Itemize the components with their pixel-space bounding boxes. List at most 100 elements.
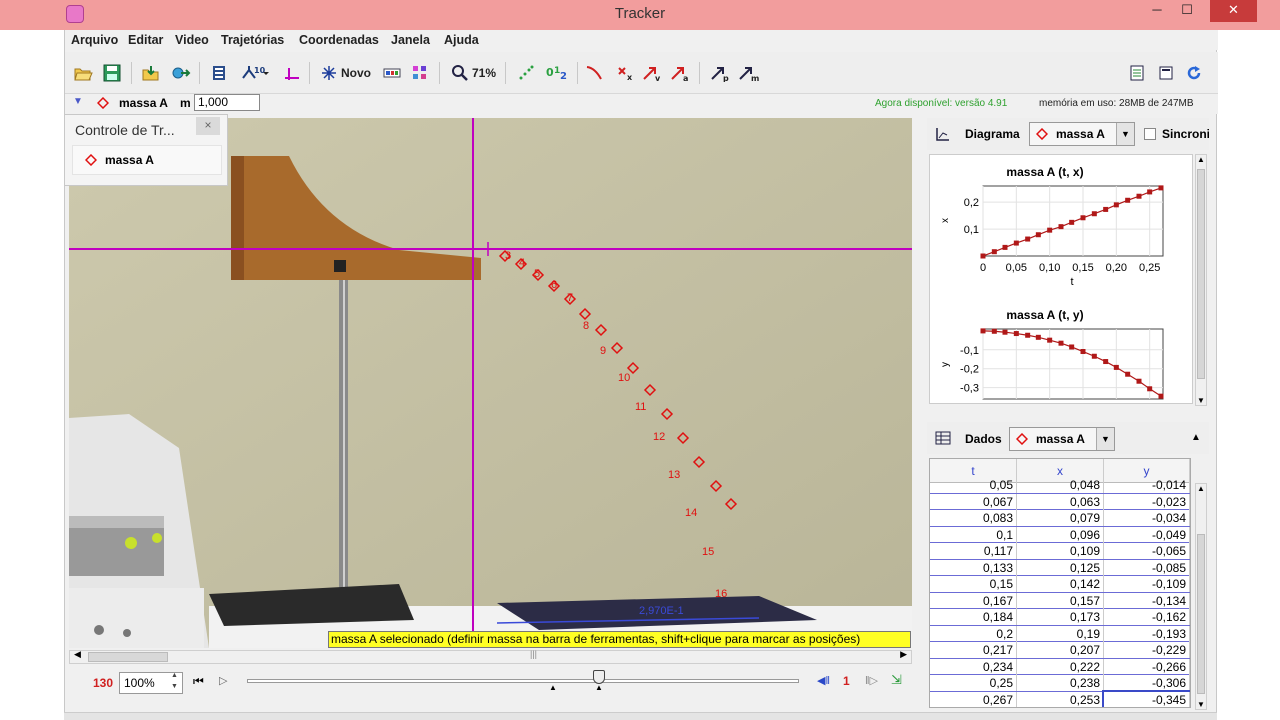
cell-t[interactable]: 0,167 — [930, 592, 1017, 609]
cell-y[interactable]: -0,162 — [1104, 609, 1190, 625]
force-icon[interactable]: m — [737, 62, 761, 84]
cell-t[interactable]: 0,15 — [930, 576, 1017, 592]
table-row[interactable]: 0,067 0,063 -0,023 — [930, 493, 1190, 510]
data-point[interactable] — [1025, 236, 1031, 242]
scroll-right-icon[interactable]: ▶ — [900, 649, 907, 660]
cell-y[interactable]: -0,193 — [1104, 625, 1190, 642]
cell-x[interactable]: 0,19 — [1017, 625, 1104, 642]
mass-input[interactable]: 1,000 — [194, 94, 260, 111]
scroll-down-icon[interactable]: ▼ — [1197, 396, 1205, 405]
data-point[interactable] — [1035, 232, 1041, 238]
data-point[interactable] — [1035, 334, 1041, 340]
data-point[interactable] — [1147, 189, 1153, 195]
scroll-down-icon[interactable]: ▼ — [1197, 700, 1205, 709]
cell-t[interactable]: 0,184 — [930, 609, 1017, 625]
cell-t[interactable]: 0,217 — [930, 642, 1017, 658]
video-horizontal-scrollbar[interactable]: ◀ ||| ▶ — [69, 649, 912, 664]
data-point[interactable] — [1047, 227, 1053, 233]
cell-y[interactable]: -0,266 — [1104, 658, 1190, 675]
trails-icon[interactable] — [517, 62, 535, 84]
new-track-button[interactable]: Novo — [321, 62, 371, 84]
cell-x[interactable]: 0,125 — [1017, 559, 1104, 576]
clip-settings-icon[interactable] — [211, 62, 227, 84]
rate-up-icon[interactable]: ▲ — [171, 672, 178, 679]
notes-icon[interactable] — [1129, 62, 1145, 84]
cell-t[interactable]: 0,267 — [930, 691, 1017, 707]
path-icon[interactable] — [585, 62, 605, 84]
cell-x[interactable]: 0,079 — [1017, 510, 1104, 526]
data-point[interactable] — [1125, 371, 1131, 377]
collapse-panel-icon[interactable]: ▲ — [1191, 432, 1201, 443]
axes-icon[interactable] — [281, 62, 301, 84]
table-row[interactable]: 0,184 0,173 -0,162 — [930, 609, 1190, 626]
play-icon[interactable]: ▷ — [219, 674, 227, 687]
chevron-down-icon[interactable]: ▼ — [1096, 428, 1114, 450]
labels-icon[interactable]: 012 — [545, 62, 569, 84]
import-icon[interactable] — [141, 62, 161, 84]
table-row[interactable]: 0,234 0,222 -0,266 — [930, 658, 1190, 675]
cell-x[interactable]: 0,096 — [1017, 526, 1104, 543]
coordinate-axes-icon[interactable]: 10 — [239, 62, 269, 84]
data-point[interactable] — [1025, 332, 1031, 338]
table-row[interactable]: 0,083 0,079 -0,034 — [930, 510, 1190, 527]
cell-x[interactable]: 0,222 — [1017, 658, 1104, 675]
data-point[interactable] — [1158, 393, 1164, 399]
menu-coordenadas[interactable]: Coordenadas — [299, 33, 379, 47]
cell-t[interactable]: 0,067 — [930, 493, 1017, 510]
table-row[interactable]: 0,167 0,157 -0,134 — [930, 592, 1190, 609]
end-marker-icon[interactable]: ▲ — [595, 683, 603, 692]
cell-y[interactable]: -0,023 — [1104, 493, 1190, 510]
save-icon[interactable] — [103, 62, 121, 84]
cell-y[interactable]: -0,345 — [1102, 689, 1190, 707]
plot-scroll-thumb[interactable] — [1197, 169, 1205, 379]
table-vertical-scrollbar[interactable]: ▲ ▼ — [1195, 483, 1207, 710]
close-button[interactable]: ✕ — [1210, 0, 1257, 22]
data-point[interactable] — [980, 328, 986, 334]
data-point[interactable] — [1136, 378, 1142, 384]
cell-y[interactable]: -0,034 — [1104, 510, 1190, 526]
cell-t[interactable]: 0,133 — [930, 559, 1017, 576]
filter-icon[interactable] — [411, 62, 429, 84]
start-marker-icon[interactable]: ▲ — [549, 683, 557, 692]
data-point[interactable] — [1069, 344, 1075, 350]
data-point[interactable] — [1080, 215, 1086, 221]
popup-track-item[interactable]: massa A — [72, 145, 222, 175]
cell-y[interactable]: -0,134 — [1104, 592, 1190, 609]
minimize-button[interactable]: ─ — [1142, 0, 1172, 22]
cell-x[interactable]: 0,207 — [1017, 642, 1104, 658]
cell-t[interactable]: 0,117 — [930, 543, 1017, 559]
data-point[interactable] — [1158, 185, 1164, 191]
table-row[interactable]: 0,133 0,125 -0,085 — [930, 559, 1190, 576]
data-point[interactable] — [1069, 219, 1075, 225]
menu-arquivo[interactable]: Arquivo — [71, 33, 118, 47]
data-point[interactable] — [1147, 386, 1153, 392]
table-row[interactable]: 0,25 0,238 -0,306 — [930, 675, 1190, 692]
data-track-selector[interactable]: massa A ▼ — [1009, 427, 1115, 451]
table-scroll-thumb[interactable] — [1197, 534, 1205, 694]
data-point[interactable] — [1113, 202, 1119, 208]
data-point[interactable] — [991, 249, 997, 255]
table-row[interactable]: 0,05 0,048 -0,014 — [930, 477, 1190, 494]
chevron-down-icon[interactable]: ▼ — [1116, 123, 1134, 145]
rate-down-icon[interactable]: ▼ — [171, 683, 178, 690]
scroll-left-icon[interactable]: ◀ — [74, 649, 81, 660]
data-point[interactable] — [1136, 193, 1142, 199]
go-to-start-icon[interactable]: ⏮ — [193, 674, 204, 689]
cell-x[interactable]: 0,109 — [1017, 543, 1104, 559]
data-point[interactable] — [1013, 240, 1019, 246]
data-point[interactable] — [1002, 329, 1008, 335]
plot-area[interactable]: massa A (t, x) x t 0 0,05 0,10 0,15 0,20 0,25… — [929, 154, 1193, 404]
popup-close-button[interactable]: × — [196, 117, 220, 135]
plot-vertical-scrollbar[interactable]: ▲ ▼ — [1195, 154, 1207, 406]
data-point[interactable] — [1058, 340, 1064, 346]
cell-x[interactable]: 0,063 — [1017, 493, 1104, 510]
loop-icon[interactable]: ⇲ — [891, 672, 902, 688]
plot-track-selector[interactable]: massa A ▼ — [1029, 122, 1135, 146]
playback-thumb[interactable] — [593, 670, 605, 684]
step-back-icon[interactable]: ◀‖ — [817, 674, 830, 687]
data-point[interactable] — [1091, 211, 1097, 217]
cell-y[interactable]: -0,049 — [1104, 526, 1190, 543]
data-point[interactable] — [1002, 244, 1008, 250]
cell-y[interactable]: -0,065 — [1104, 543, 1190, 559]
cell-x[interactable]: 0,173 — [1017, 609, 1104, 625]
